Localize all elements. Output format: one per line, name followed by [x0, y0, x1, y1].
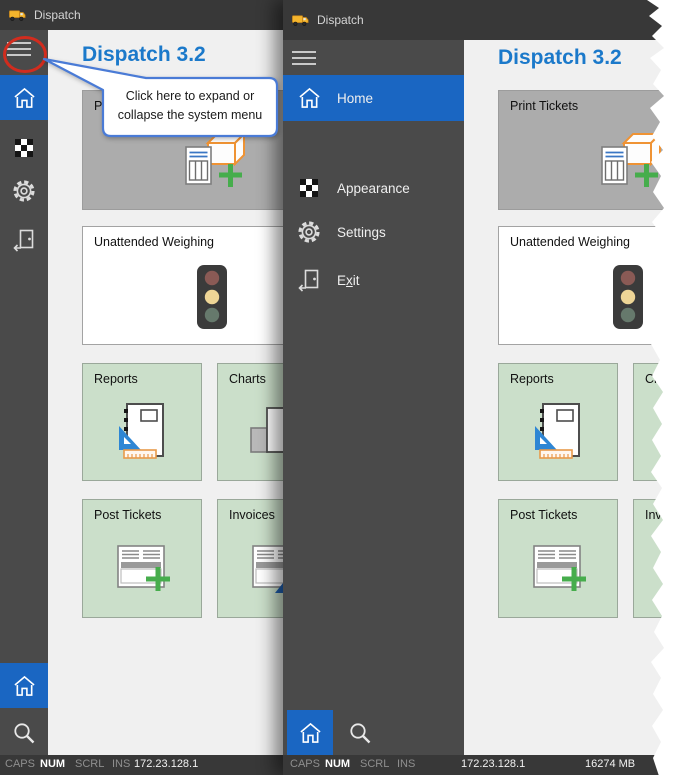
menu-option-home[interactable]: [287, 710, 333, 755]
status-ins: INS: [112, 758, 130, 770]
status-ins: INS: [397, 758, 415, 770]
torn-edge: [645, 0, 683, 776]
post-tickets-icon: [83, 522, 201, 617]
menu-item-exit[interactable]: Exit: [283, 259, 464, 301]
status-scrl: SCRL: [75, 758, 104, 770]
dispatch-window-expanded: Dispatch Home: [283, 0, 683, 775]
sidebar-item-settings[interactable]: [0, 170, 48, 212]
magnifier-icon: [12, 721, 36, 745]
invoices-icon: [218, 522, 285, 617]
home-icon: [299, 722, 322, 744]
status-caps: CAPS: [5, 758, 35, 770]
page-title: Dispatch 3.2: [498, 46, 622, 70]
annotation-tooltip-text: Click here to expand or collapse the sys…: [106, 87, 274, 125]
tile-invoices[interactable]: Invoices: [217, 499, 285, 618]
bottom-margin: [0, 775, 683, 782]
status-caps: CAPS: [290, 758, 320, 770]
home-icon: [13, 675, 36, 697]
menu-item-home[interactable]: Home: [283, 75, 464, 121]
truck-icon: [9, 8, 26, 22]
menu-item-label: Appearance: [337, 181, 410, 196]
door-exit-icon: [12, 228, 36, 252]
sidebar-option-search[interactable]: [0, 712, 48, 754]
traffic-light-icon: [83, 249, 285, 344]
menu-item-appearance[interactable]: Appearance: [283, 167, 464, 209]
sidebar-option-home[interactable]: [0, 663, 48, 708]
menu-item-label: Settings: [337, 225, 386, 240]
screenshot-stage: Dispatch: [0, 0, 683, 782]
hamburger-menu-button[interactable]: [292, 45, 326, 71]
status-num: NUM: [40, 758, 65, 770]
sidebar-item-exit[interactable]: [0, 219, 48, 261]
status-bar: CAPS NUM SCRL INS 172.23.128.1: [0, 755, 285, 775]
window-title: Dispatch: [34, 8, 81, 22]
tile-reports[interactable]: Reports: [82, 363, 202, 481]
post-tickets-icon: [499, 522, 617, 617]
tile-reports[interactable]: Reports: [498, 363, 618, 481]
reports-icon: [499, 386, 617, 480]
door-exit-icon: [296, 268, 322, 292]
tile-charts[interactable]: Charts: [217, 363, 285, 481]
status-bar: CAPS NUM SCRL INS 172.23.128.1 16274 MB: [283, 755, 683, 775]
magnifier-icon: [348, 721, 372, 745]
tile-unattended-weighing[interactable]: Unattended Weighing: [82, 226, 285, 345]
gear-icon: [12, 179, 36, 203]
window-title: Dispatch: [317, 13, 364, 27]
reports-icon: [83, 386, 201, 480]
tile-post-tickets[interactable]: Post Tickets: [82, 499, 202, 618]
truck-icon: [292, 13, 309, 27]
menu-item-label: Exit: [337, 273, 360, 288]
titlebar: Dispatch: [283, 0, 683, 40]
status-ip: 172.23.128.1: [461, 758, 525, 770]
titlebar: Dispatch: [0, 0, 285, 30]
menu-item-label: Home: [337, 91, 373, 106]
status-ip: 172.23.128.1: [134, 758, 198, 770]
home-icon: [296, 87, 322, 109]
status-memory: 16274 MB: [585, 758, 635, 770]
menu-panel-expanded: Home Appearance: [283, 40, 464, 755]
menu-item-settings[interactable]: Settings: [283, 211, 464, 253]
status-num: NUM: [325, 758, 350, 770]
bar-chart-icon: [218, 386, 285, 480]
menu-option-search[interactable]: [339, 712, 381, 754]
checkerboard-icon: [296, 178, 322, 198]
gear-icon: [296, 220, 322, 244]
tile-post-tickets[interactable]: Post Tickets: [498, 499, 618, 618]
status-scrl: SCRL: [360, 758, 389, 770]
